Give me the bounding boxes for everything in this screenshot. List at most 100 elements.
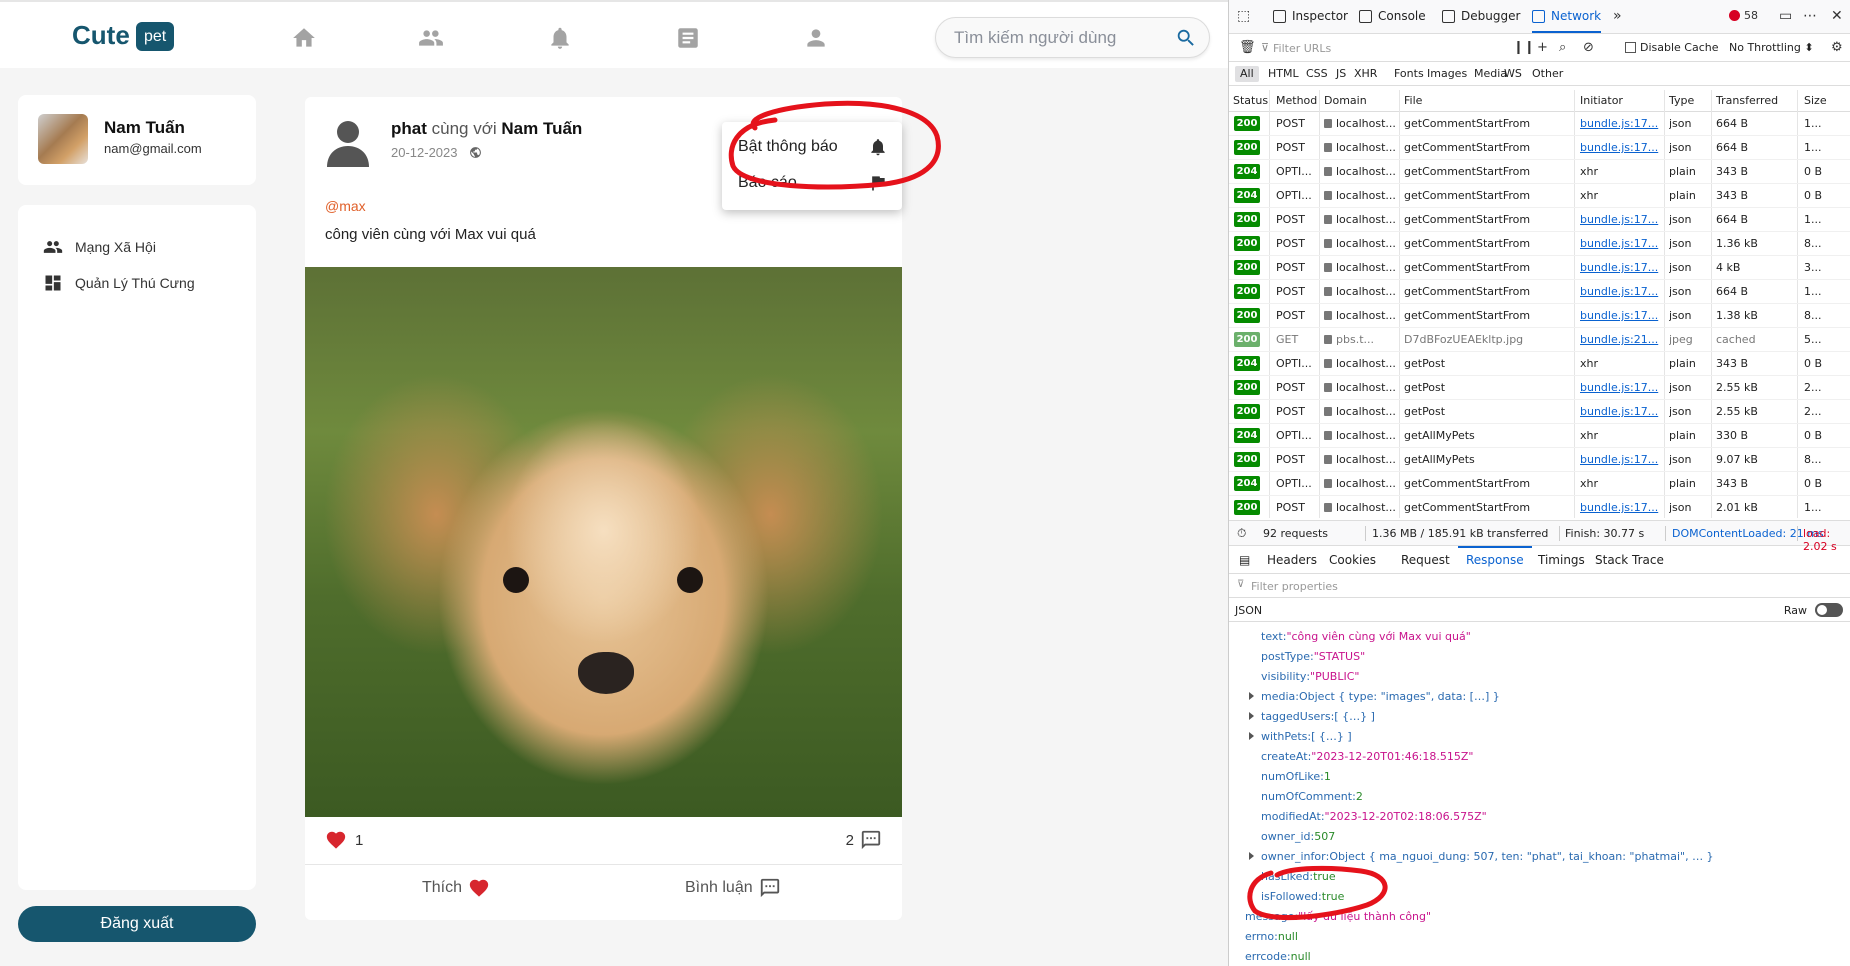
request-initiator[interactable]: bundle.js:17... xyxy=(1580,261,1662,274)
error-count-badge[interactable]: 58 xyxy=(1729,9,1758,22)
request-initiator[interactable]: bundle.js:17... xyxy=(1580,453,1662,466)
person-icon[interactable] xyxy=(802,24,830,52)
column-header-initiator[interactable]: Initiator xyxy=(1580,94,1623,107)
search-icon[interactable]: ⌕ xyxy=(1559,40,1566,55)
expand-arrow-icon[interactable] xyxy=(1249,852,1254,860)
table-row[interactable]: 200 POST localhost... getCommentStartFrom bu… xyxy=(1229,304,1850,328)
table-row[interactable]: 204 OPTI... localhost... getCommentStartFro… xyxy=(1229,184,1850,208)
column-header-file[interactable]: File xyxy=(1404,94,1422,107)
request-initiator[interactable]: bundle.js:17... xyxy=(1580,309,1662,322)
pause-icon[interactable]: ❙❙ xyxy=(1513,40,1535,55)
table-row[interactable]: 200 POST localhost... getCommentStartFrom bu… xyxy=(1229,280,1850,304)
post-with-user[interactable]: Nam Tuấn xyxy=(501,119,582,138)
comment-count[interactable]: 2 xyxy=(846,829,882,851)
pick-element-icon[interactable]: ⬚ xyxy=(1237,8,1250,24)
column-header-transferred[interactable]: Transferred xyxy=(1716,94,1778,107)
tab-response[interactable]: Response xyxy=(1458,546,1532,567)
table-row[interactable]: 204 OPTI... localhost... getCommentStartFro… xyxy=(1229,160,1850,184)
json-line[interactable]: media: Object { type: "images", data: […… xyxy=(1249,686,1500,706)
table-row[interactable]: 204 OPTI... localhost... getPost xhr plain 343… xyxy=(1229,352,1850,376)
bell-icon[interactable] xyxy=(546,24,574,52)
table-row[interactable]: 200 POST localhost... getCommentStartFrom bu… xyxy=(1229,112,1850,136)
request-initiator[interactable]: bundle.js:17... xyxy=(1580,381,1662,394)
request-initiator[interactable]: bundle.js:17... xyxy=(1580,501,1662,514)
filter-properties-input[interactable] xyxy=(1251,578,1501,594)
column-header-size[interactable]: Size xyxy=(1804,94,1827,107)
settings-gear-icon[interactable]: ⚙ xyxy=(1831,40,1843,55)
request-initiator[interactable]: bundle.js:17... xyxy=(1580,117,1662,130)
expand-arrow-icon[interactable] xyxy=(1249,692,1254,700)
expand-arrow-icon[interactable] xyxy=(1249,732,1254,740)
request-initiator[interactable]: bundle.js:17... xyxy=(1580,141,1662,154)
tab-stack-trace[interactable]: Stack Trace xyxy=(1595,553,1664,567)
filter-xhr[interactable]: XHR xyxy=(1349,66,1382,82)
post-image-puppy[interactable] xyxy=(305,267,902,817)
home-icon[interactable] xyxy=(290,24,318,52)
tab-network[interactable]: Network xyxy=(1532,9,1602,33)
tab-cookies[interactable]: Cookies xyxy=(1329,553,1376,567)
dock-icon[interactable]: ▭ xyxy=(1779,8,1792,24)
filter-html[interactable]: HTML xyxy=(1263,66,1304,82)
tab-headers[interactable]: Headers xyxy=(1267,553,1317,567)
disable-cache-checkbox[interactable]: Disable Cache xyxy=(1625,41,1719,54)
checkbox-box[interactable] xyxy=(1625,42,1636,53)
table-row[interactable]: 204 OPTI... localhost... getCommentStartFro… xyxy=(1229,472,1850,496)
column-header-type[interactable]: Type xyxy=(1669,94,1694,107)
menu-icon[interactable]: ⋯ xyxy=(1803,8,1817,24)
tab-timings[interactable]: Timings xyxy=(1538,553,1585,567)
table-row[interactable]: 200 POST localhost... getCommentStartFrom bu… xyxy=(1229,496,1850,518)
pet-mention[interactable]: @max xyxy=(325,198,366,214)
filter-images[interactable]: Images xyxy=(1422,66,1472,82)
logo-badge[interactable]: pet xyxy=(136,22,175,51)
plus-icon[interactable]: + xyxy=(1537,40,1548,55)
report-item[interactable]: Báo cáo xyxy=(738,170,888,196)
filter-other[interactable]: Other xyxy=(1527,66,1568,82)
tab-console[interactable]: Console xyxy=(1359,9,1426,23)
request-initiator[interactable]: bundle.js:17... xyxy=(1580,285,1662,298)
request-initiator[interactable]: bundle.js:17... xyxy=(1580,237,1662,250)
table-row[interactable]: 200 POST localhost... getCommentStartFrom bu… xyxy=(1229,232,1850,256)
trash-icon[interactable]: 🗑 xyxy=(1239,40,1256,55)
tab-debugger[interactable]: Debugger xyxy=(1442,9,1520,23)
json-line[interactable]: taggedUsers: [ {…} ] xyxy=(1249,706,1375,726)
request-initiator[interactable]: bundle.js:17... xyxy=(1580,213,1662,226)
profile-card[interactable]: Nam Tuấn nam@gmail.com xyxy=(18,95,256,185)
block-icon[interactable]: ⊘ xyxy=(1583,40,1594,55)
table-row[interactable]: 200 GET pbs.t... D7dBFozUEAEkltp.jpg bundle.… xyxy=(1229,328,1850,352)
filter-urls-input[interactable] xyxy=(1273,39,1473,57)
json-line[interactable]: owner_infor: Object { ma_nguoi_dung: 507… xyxy=(1249,846,1714,866)
logo-text[interactable]: Cute xyxy=(72,20,130,51)
table-row[interactable]: 200 POST localhost... getCommentStartFrom bu… xyxy=(1229,256,1850,280)
post-author-avatar[interactable] xyxy=(327,119,369,167)
table-row[interactable]: 204 OPTI... localhost... getAllMyPets xhr pla… xyxy=(1229,424,1850,448)
filter-ws[interactable]: WS xyxy=(1499,66,1527,82)
friends-icon[interactable] xyxy=(417,24,445,52)
column-header-method[interactable]: Method xyxy=(1276,94,1317,107)
sidebar-item-pet-management[interactable]: Quản Lý Thú Cưng xyxy=(43,271,195,295)
post-author[interactable]: phat xyxy=(391,119,427,138)
raw-toggle[interactable] xyxy=(1815,603,1843,617)
tab-inspector[interactable]: Inspector xyxy=(1273,9,1348,23)
table-row[interactable]: 200 POST localhost... getPost bundle.js:17..… xyxy=(1229,400,1850,424)
expand-arrow-icon[interactable] xyxy=(1249,712,1254,720)
like-button[interactable]: Thích xyxy=(422,877,490,899)
more-tabs-icon[interactable]: » xyxy=(1613,8,1622,24)
table-row[interactable]: 200 POST localhost... getCommentStartFrom bu… xyxy=(1229,208,1850,232)
user-search-input[interactable] xyxy=(954,27,1164,49)
logout-button[interactable]: Đăng xuất xyxy=(18,906,256,942)
throttling-select[interactable]: No Throttling ⬍ xyxy=(1729,41,1814,54)
table-row[interactable]: 200 POST localhost... getCommentStartFrom bu… xyxy=(1229,136,1850,160)
filter-css[interactable]: CSS xyxy=(1301,66,1333,82)
column-header-status[interactable]: Status xyxy=(1233,94,1268,107)
column-header-domain[interactable]: Domain xyxy=(1324,94,1367,107)
comment-button[interactable]: Bình luận xyxy=(685,877,781,899)
json-line[interactable]: withPets: [ {…} ] xyxy=(1249,726,1352,746)
toggle-sidebar-icon[interactable]: ▤ xyxy=(1239,553,1250,567)
sidebar-item-social-network[interactable]: Mạng Xã Hội xyxy=(43,235,156,259)
tab-request[interactable]: Request xyxy=(1401,553,1450,567)
filter-all[interactable]: All xyxy=(1235,66,1259,82)
request-initiator[interactable]: bundle.js:21... xyxy=(1580,333,1662,346)
table-row[interactable]: 200 POST localhost... getAllMyPets bundle.js… xyxy=(1229,448,1850,472)
search-icon[interactable] xyxy=(1175,27,1197,49)
table-row[interactable]: 200 POST localhost... getPost bundle.js:17..… xyxy=(1229,376,1850,400)
